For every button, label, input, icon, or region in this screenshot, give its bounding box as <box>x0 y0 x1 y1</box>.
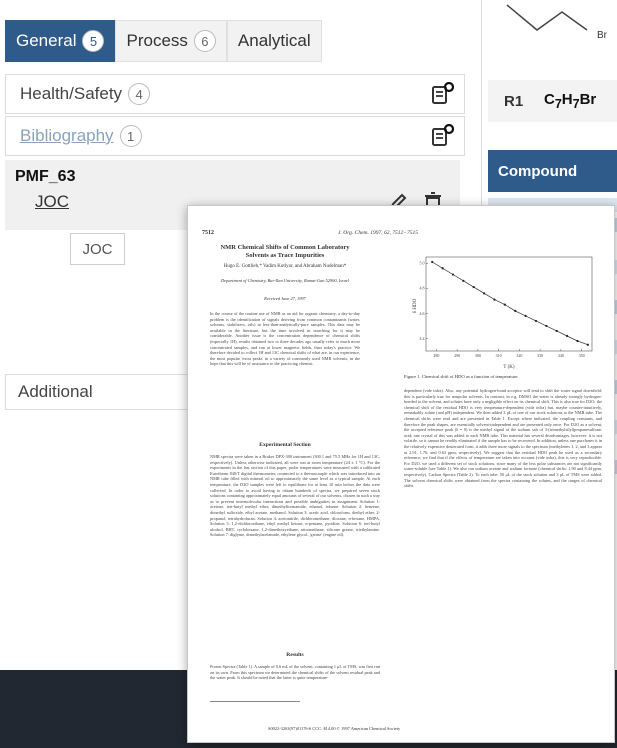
reference-tag: JOC <box>70 233 125 265</box>
x-tick-label: 320 <box>516 353 522 358</box>
series-line <box>432 261 588 346</box>
compound-header: Compound <box>488 150 617 192</box>
count-badge: 6 <box>193 30 216 52</box>
additional-section[interactable]: Additional <box>5 374 205 410</box>
right-column-text: dependent (vide infra). Also, any potent… <box>404 388 602 489</box>
reference-title: PMF_63 <box>15 168 76 185</box>
tab-label: Process <box>126 31 188 50</box>
reactant-formula: C7H7Br <box>544 91 597 111</box>
document-footer: S0022-3263(97)01176-6 CCC: $14.00 © 1997… <box>268 726 401 731</box>
tab-general[interactable]: General 5 <box>5 20 116 62</box>
page-number: 7512 <box>202 230 214 236</box>
y-tick-label: 4.6 <box>420 311 425 316</box>
x-tick-label: 350 <box>579 353 585 358</box>
tab-label: General <box>16 31 77 50</box>
tab-label: Analytical <box>237 31 311 50</box>
document-preview[interactable]: 7512 J. Org. Chem. 1997, 62, 7512−7515 N… <box>187 205 615 743</box>
bibliography-section[interactable]: Bibliography 1 <box>5 116 465 156</box>
x-tick-label: 330 <box>537 353 543 358</box>
figure-caption: Figure 1. Chemical shift of HDO as a fun… <box>404 374 519 379</box>
y-axis-label: δ HDO <box>413 298 418 313</box>
data-point <box>514 309 517 312</box>
article-title: NMR Chemical Shifts of Common Laboratory… <box>220 244 350 259</box>
data-point <box>472 285 475 289</box>
data-point <box>524 314 527 318</box>
section-label[interactable]: Bibliography <box>20 126 114 146</box>
add-document-icon[interactable] <box>430 82 454 106</box>
data-point <box>534 319 538 323</box>
section-heading: Results <box>286 652 304 658</box>
results-text: Proton Spectra (Table 1). A sample of 0.… <box>210 664 380 681</box>
journal-reference: J. Org. Chem. 1997, 62, 7512−7515 <box>338 230 418 236</box>
data-point <box>503 303 506 306</box>
article-affiliation: Department of Chemistry, Bar-Ilan Univer… <box>221 278 349 283</box>
tab-bar: General 5 Process 6 Analytical <box>5 20 322 62</box>
x-tick-label: 300 <box>475 353 481 358</box>
x-tick-label: 340 <box>558 353 564 358</box>
received-date: Received June 27, 1997 <box>264 296 306 301</box>
section-heading: Experimental Section <box>259 442 311 448</box>
article-authors: Hugo E. Gottlieb,* Vadim Kotlyar, and Ab… <box>223 264 347 269</box>
experimental-text: NMR spectra were taken in a Bruker DPX-3… <box>210 454 380 538</box>
reference-link[interactable]: JOC <box>35 192 69 212</box>
reactant-role: R1 <box>504 92 524 110</box>
data-point <box>483 292 486 295</box>
data-point <box>441 267 444 270</box>
x-axis-label: T (K) <box>503 365 514 370</box>
count-badge: 5 <box>82 30 105 52</box>
data-point <box>576 339 579 343</box>
footnote-divider <box>210 701 300 702</box>
data-point <box>586 343 589 346</box>
y-tick-label: 5.0 <box>420 261 425 266</box>
section-label: Health/Safety <box>20 84 123 103</box>
y-tick-label: 4.4 <box>420 336 425 341</box>
data-point <box>462 279 465 282</box>
data-point <box>555 329 558 333</box>
data-point <box>431 260 434 264</box>
reactant-row: R1 C7H7Br <box>488 80 617 122</box>
data-point <box>451 273 455 276</box>
count-badge: 4 <box>128 83 151 105</box>
tab-analytical[interactable]: Analytical <box>226 20 322 62</box>
data-point <box>545 324 548 328</box>
hdo-temperature-chart: 280 290 300 310 320 330 340 350 4.4 4.6 4.8 5.0 T (… <box>413 256 593 370</box>
x-tick-label: 310 <box>496 353 502 358</box>
x-tick-label: 280 <box>433 353 439 358</box>
molecule-structure: Br <box>506 4 608 41</box>
y-tick-label: 4.8 <box>420 286 425 291</box>
x-tick-label: 290 <box>454 353 460 358</box>
data-point <box>493 298 496 301</box>
data-point <box>566 334 569 338</box>
abstract-text: In the course of the routine use of NMR … <box>210 311 360 367</box>
atom-label: Br <box>597 30 608 41</box>
tab-process[interactable]: Process 6 <box>115 20 227 62</box>
health-safety-section[interactable]: Health/Safety 4 <box>5 74 465 114</box>
add-document-icon[interactable] <box>430 124 454 148</box>
count-badge: 1 <box>119 125 142 147</box>
